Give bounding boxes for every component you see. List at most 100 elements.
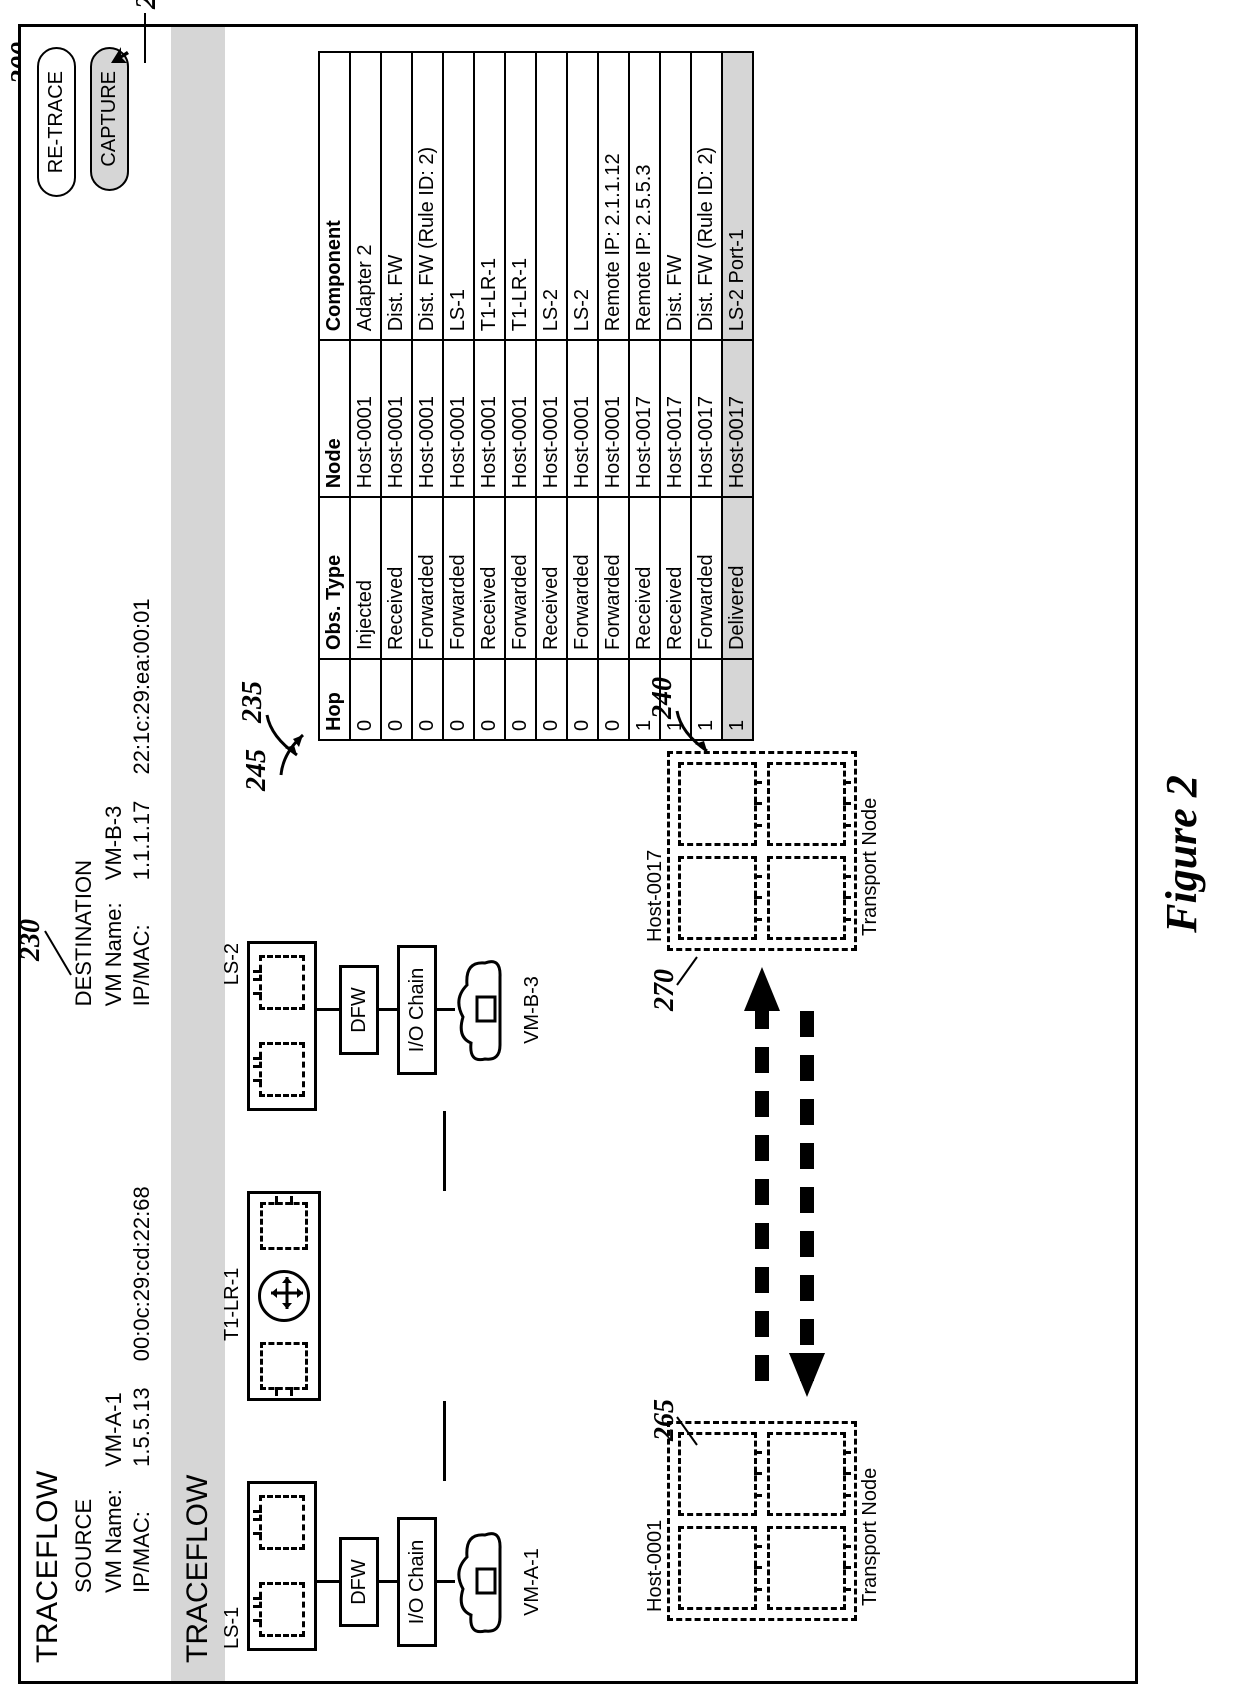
vm-slot-icon <box>678 1526 757 1610</box>
transport-node-1: Host-0001 Transport Node <box>667 1421 857 1621</box>
table-cell: Received <box>381 497 412 659</box>
vm-slot-icon <box>767 762 846 846</box>
table-header: Component <box>319 52 350 340</box>
table-row: 0ReceivedHost-0001Dist. FW <box>381 52 412 740</box>
leader-line-icon <box>673 951 703 991</box>
observations-table: HopObs. TypeNodeComponent 0InjectedHost-… <box>318 51 754 741</box>
table-cell: Delivered <box>722 497 753 659</box>
table-header: Node <box>319 340 350 497</box>
physical-topology: Host-0001 Transport Node Host-0017 <box>667 751 857 1651</box>
table-cell: Host-0017 <box>691 340 722 497</box>
dest-mac: 22:1c:29:ea:00:01 <box>129 598 154 774</box>
table-cell: Dist. FW (Rule ID: 2) <box>691 52 722 340</box>
table-cell: Received <box>629 497 660 659</box>
source-vm: VM-A-1 <box>101 1392 126 1467</box>
table-cell: Dist. FW <box>660 52 691 340</box>
table-cell: Host-0017 <box>660 340 691 497</box>
table-cell: LS-1 <box>443 52 474 340</box>
vm-b-label: VM-B-3 <box>521 976 544 1044</box>
table-cell: Host-0001 <box>598 340 629 497</box>
table-cell: Host-0001 <box>505 340 536 497</box>
switch-port-icon <box>259 1582 305 1637</box>
vmname-label: VM Name: <box>101 886 127 1006</box>
table-cell: Forwarded <box>691 497 722 659</box>
figure-caption: Figure 2 <box>1156 24 1207 1684</box>
table-cell: 0 <box>381 659 412 740</box>
table-cell: Forwarded <box>567 497 598 659</box>
result-title: TRACEFLOW <box>171 27 225 1681</box>
cursor-icon <box>109 43 131 65</box>
vm-a-label: VM-A-1 <box>521 1548 544 1616</box>
lr-label: T1-LR-1 <box>221 1268 244 1341</box>
leader-line-icon <box>133 7 157 67</box>
vm-a-node <box>455 1527 519 1637</box>
ls2-label: LS-2 <box>221 943 244 985</box>
cloud-icon <box>455 1527 513 1637</box>
table-cell: LS-2 <box>567 52 598 340</box>
table-cell: Host-0001 <box>567 340 598 497</box>
logical-topology: LS-1 DFW I/O Chain <box>247 751 607 1651</box>
table-row: 0ForwardedHost-0001LS-1 <box>443 52 474 740</box>
table-cell: 0 <box>505 659 536 740</box>
table-header: Hop <box>319 659 350 740</box>
table-row: 0ForwardedHost-0001T1-LR-1 <box>505 52 536 740</box>
table-cell: Host-0017 <box>722 340 753 497</box>
table-cell: Dist. FW <box>381 52 412 340</box>
lr-node <box>247 1191 321 1401</box>
ipmac-label: IP/MAC: <box>129 1473 155 1593</box>
table-cell: T1-LR-1 <box>505 52 536 340</box>
table-row: 1ReceivedHost-0017Dist. FW <box>660 52 691 740</box>
vm-slot-icon <box>678 762 757 846</box>
table-cell: Received <box>474 497 505 659</box>
table-row: 0ForwardedHost-0001Remote IP: 2.1.1.12 <box>598 52 629 740</box>
ls1-label: LS-1 <box>221 1607 244 1649</box>
table-cell: Forwarded <box>443 497 474 659</box>
ipmac-label: IP/MAC: <box>129 886 155 1006</box>
transport-node-2: Host-0017 Transport Node <box>667 751 857 951</box>
table-cell: LS-2 <box>536 52 567 340</box>
table-cell: Host-0001 <box>412 340 443 497</box>
vm-slot-icon <box>767 1432 846 1516</box>
table-cell: 1 <box>722 659 753 740</box>
table-row: 0ReceivedHost-0001T1-LR-1 <box>474 52 505 740</box>
table-row: 1ReceivedHost-0017Remote IP: 2.5.5.3 <box>629 52 660 740</box>
table-cell: Host-0001 <box>474 340 505 497</box>
table-cell: 0 <box>412 659 443 740</box>
dfw-node: DFW <box>339 1537 379 1627</box>
table-cell: Host-0001 <box>381 340 412 497</box>
table-cell: Injected <box>350 497 381 659</box>
iochain-node: I/O Chain <box>397 1517 437 1647</box>
table-cell: LS-2 Port-1 <box>722 52 753 340</box>
vm-b-node <box>455 955 519 1065</box>
switch-port-icon <box>259 955 305 1010</box>
dfw-node: DFW <box>339 965 379 1055</box>
table-cell: 0 <box>474 659 505 740</box>
source-heading: SOURCE <box>71 1186 97 1593</box>
vm-slot-icon <box>767 856 846 940</box>
ls2-node <box>247 941 317 1111</box>
dest-block: DESTINATION VM Name: VM-B-3 IP/MAC: 1.1.… <box>71 598 157 1006</box>
arrow-icon <box>671 703 717 763</box>
table-cell: Forwarded <box>412 497 443 659</box>
table-cell: Remote IP: 2.5.5.3 <box>629 52 660 340</box>
retrace-button[interactable]: RE-TRACE <box>37 47 76 197</box>
input-panel: TRACEFLOW SOURCE VM Name: VM-A-1 IP/MAC:… <box>21 27 171 1681</box>
dest-vm: VM-B-3 <box>101 806 126 881</box>
table-cell: Host-0001 <box>443 340 474 497</box>
router-port-icon <box>260 1202 308 1250</box>
table-cell: Received <box>536 497 567 659</box>
switch-port-icon <box>259 1495 305 1550</box>
tunnel-arrows-icon <box>707 951 857 1411</box>
table-row: 0ForwardedHost-0001LS-2 <box>567 52 598 740</box>
table-cell: Dist. FW (Rule ID: 2) <box>412 52 443 340</box>
table-cell: Host-0001 <box>536 340 567 497</box>
router-icon <box>258 1270 310 1322</box>
table-cell: T1-LR-1 <box>474 52 505 340</box>
host2-label: Host-0017 <box>644 850 667 942</box>
table-cell: Remote IP: 2.1.1.12 <box>598 52 629 340</box>
arrow-icon <box>275 725 309 781</box>
host1-label: Host-0001 <box>644 1520 667 1612</box>
capture-button[interactable]: CAPTURE <box>90 47 129 191</box>
source-block: SOURCE VM Name: VM-A-1 IP/MAC: 1.5.5.13 … <box>71 1186 157 1593</box>
callout-245: 245 <box>241 101 273 791</box>
